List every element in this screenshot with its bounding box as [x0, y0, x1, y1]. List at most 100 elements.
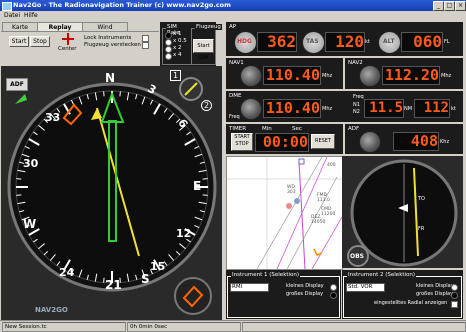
sim-rate-2: x 0.5 [173, 38, 187, 44]
alt-knob[interactable]: ALT [378, 31, 401, 54]
dme-dist-unit: NM [404, 106, 412, 112]
status-bar: New Session.tc 0h 0min 0sec [0, 320, 466, 332]
app-icon [2, 2, 12, 11]
vor-obs-label[interactable]: OBS [350, 253, 364, 260]
instrument2-radial-label: eingestelltes Radial anzeigen [374, 300, 447, 306]
alt-display: 060 [401, 32, 443, 52]
nav2-unit: Mhz [441, 73, 451, 79]
instrument1-small-radio[interactable] [330, 284, 337, 291]
timer-panel: TIMER START STOP Min Sec 00:00 RESET [226, 124, 343, 154]
rmi-card-s: S [141, 272, 150, 286]
instrument1-select[interactable]: RMI [230, 283, 269, 292]
adf-unit: Khz [440, 139, 449, 145]
instrument2-select[interactable]: Std. VOR [346, 283, 385, 292]
dme-speed-unit: kt [451, 106, 456, 112]
nav1-display: 110.40 [263, 66, 321, 85]
dme-n1-label[interactable]: N1 [353, 102, 360, 108]
dme-n2-label[interactable]: N2 [353, 109, 360, 115]
rmi-card-12: 12 [176, 227, 191, 240]
instrument2-small-radio[interactable] [451, 284, 458, 291]
sim-rate-radio-1[interactable] [165, 32, 172, 39]
instrument1-panel: Instrument 1 (Selektion) RMI kleines Dis… [226, 270, 341, 319]
stop-button[interactable]: Stop [30, 36, 50, 47]
sim-rate-1: x 1 [173, 31, 182, 37]
instrument1-small-label: kleines Display [286, 283, 324, 289]
center-label: Center [58, 46, 77, 52]
lock-instruments-checkbox[interactable] [142, 35, 149, 42]
alt-label: ALT [383, 38, 395, 45]
dme-label: DME [229, 93, 241, 99]
dme-freq-label: Freq [229, 114, 240, 120]
vor-dial [342, 156, 463, 268]
timer-reset-button[interactable]: RESET [311, 134, 335, 149]
tas-unit: kt [365, 39, 370, 45]
rmi-knob [175, 278, 211, 314]
minimize-button[interactable]: _ [433, 1, 444, 11]
ap-label: AP [229, 24, 236, 30]
tas-display: 120 [325, 32, 365, 52]
window-title: Nav2Go - The Radionavigation Trainer (c)… [13, 1, 231, 9]
close-button[interactable]: × [455, 1, 466, 11]
vor-to-label: TO [418, 196, 425, 202]
menu-bar: Datei Hilfe [0, 11, 466, 20]
rmi-card-w: W [23, 217, 36, 231]
ap-panel: AP HDG 362 TAS 120 kt ALT 060 FL [226, 22, 463, 56]
nav2-panel: NAV2 112.20 Mhz [345, 58, 463, 89]
start-button[interactable]: Start [9, 36, 29, 47]
nav1-knob[interactable] [240, 65, 262, 87]
rmi-card-15: 15 [150, 260, 165, 273]
instrument1-label: Instrument 1 (Selektion) [231, 272, 300, 278]
hide-aircraft-checkbox[interactable] [142, 42, 149, 49]
sim-rate-radio-2[interactable] [165, 39, 172, 46]
timer-display: 00:00 [255, 133, 309, 152]
dme-knob[interactable] [240, 98, 262, 120]
timer-start-stop-button[interactable]: START STOP [231, 133, 253, 151]
window-title-bar: Nav2Go - The Radionavigation Trainer (c)… [0, 0, 466, 11]
map-label-wd: WD 303 [287, 185, 296, 195]
map-label-400: 400 [327, 163, 336, 168]
vor-panel: OBS TO FR [342, 156, 463, 268]
rmi-card-n: N [105, 71, 115, 85]
nav1-label: NAV1 [229, 60, 244, 66]
maximize-button[interactable]: □ [444, 1, 455, 11]
lock-instruments-label: Lock Instruments [84, 35, 131, 41]
instrument1-large-label: großes Display [286, 291, 323, 297]
timer-min-label: Min [262, 126, 272, 132]
hdg-knob[interactable]: HDG [234, 31, 257, 54]
adf-knob[interactable] [359, 131, 381, 153]
rmi-brand: NAV2GO [35, 306, 68, 314]
instrument2-small-label: kleines Display [416, 283, 454, 289]
rmi-panel: ADF 1 2 N 3 6 E 12 15 21 S 24 W 30 33 NA… [1, 66, 222, 320]
menu-file[interactable]: Datei [4, 12, 20, 19]
instrument2-radial-checkbox[interactable] [451, 301, 458, 308]
hide-aircraft-label: Flugzeug verstecken [84, 42, 141, 48]
dme-panel: DME Freq 110.40 Mhz Freq N1 N2 11.5 NM 1… [226, 91, 463, 122]
nav1-panel: NAV1 110.40 Mhz [226, 58, 343, 89]
rmi-card-30: 30 [23, 157, 38, 170]
map-label-fmd: FMD 113.0 [317, 193, 330, 203]
map-view[interactable]: WD 303 FMD 113.0 CMD 11200 DEZ 14050 400 [226, 156, 343, 270]
instrument1-large-radio[interactable] [330, 292, 337, 299]
tas-label: TAS [306, 38, 319, 45]
sim-rate-radio-3[interactable] [165, 46, 172, 53]
menu-help[interactable]: Hilfe [24, 12, 38, 19]
rmi-card-e: E [193, 179, 201, 193]
instrument2-large-radio[interactable] [451, 292, 458, 299]
center-icon[interactable] [61, 32, 75, 46]
instrument2-large-label: großes Display [416, 291, 453, 297]
hdg-display: 362 [257, 32, 297, 52]
nav2-knob[interactable] [359, 65, 381, 87]
rmi-card-24: 24 [59, 266, 74, 279]
rmi-card-21: 21 [105, 278, 122, 292]
sim-rate-3: x 2 [173, 45, 182, 51]
tas-knob[interactable]: TAS [302, 31, 325, 54]
dme-distance-display: 11.5 [364, 99, 404, 118]
instrument2-panel: Instrument 2 (Selektion) Std. VOR kleine… [342, 270, 463, 319]
adf-display: 408 [393, 132, 439, 151]
dme-unit: Mhz [322, 106, 332, 112]
rmi-green-arrow-icon [15, 94, 27, 104]
adf-label: ADF [348, 126, 359, 132]
sim-rate-radio-4[interactable] [165, 53, 172, 60]
alt-unit: FL [444, 39, 450, 45]
start-sim-button[interactable]: Start SIM [193, 39, 214, 53]
